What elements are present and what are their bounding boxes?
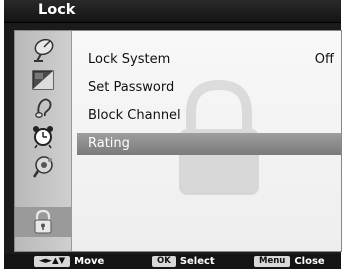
menu-item-label: Set Password [88,80,175,95]
picture-icon[interactable] [28,67,58,93]
menu-item-label: Lock System [88,52,171,67]
menu-panel: Lock System Off Set Password Block Chann… [14,30,342,252]
page-title: Lock [38,2,76,18]
menu-item-lock-system[interactable]: Lock System Off [77,49,341,71]
category-sidebar [15,31,72,251]
lock-icon[interactable] [15,207,71,237]
menu-item-block-channel[interactable]: Block Channel [77,105,341,127]
menu-key-icon: Menu [254,256,291,267]
menu-item-set-password[interactable]: Set Password [77,77,341,99]
alarm-clock-icon[interactable] [28,123,58,149]
lock-system-value: Off [314,52,334,67]
move-label: Move [74,256,105,267]
move-hint: ◄►▲▼ Move [34,255,104,268]
select-label: Select [179,256,215,267]
close-hint: Menu Close [254,255,325,268]
lock-menu-screen: Lock Lock System Off Set Password Block … [0,0,345,269]
ok-key-icon: OK [152,256,176,267]
title-bar: Lock [4,0,341,23]
menu-item-label: Block Channel [88,108,181,123]
satellite-dish-icon[interactable] [28,37,58,63]
close-label: Close [294,256,325,267]
select-hint: OK Select [152,255,215,268]
menu-item-label: Rating [88,136,130,151]
settings-icon[interactable] [28,153,58,179]
menu-item-rating[interactable]: Rating [77,133,341,155]
footer-hints: ◄►▲▼ Move OK Select Menu Close [4,254,341,269]
arrow-keys-icon: ◄►▲▼ [34,256,71,267]
audio-icon[interactable] [28,95,58,121]
